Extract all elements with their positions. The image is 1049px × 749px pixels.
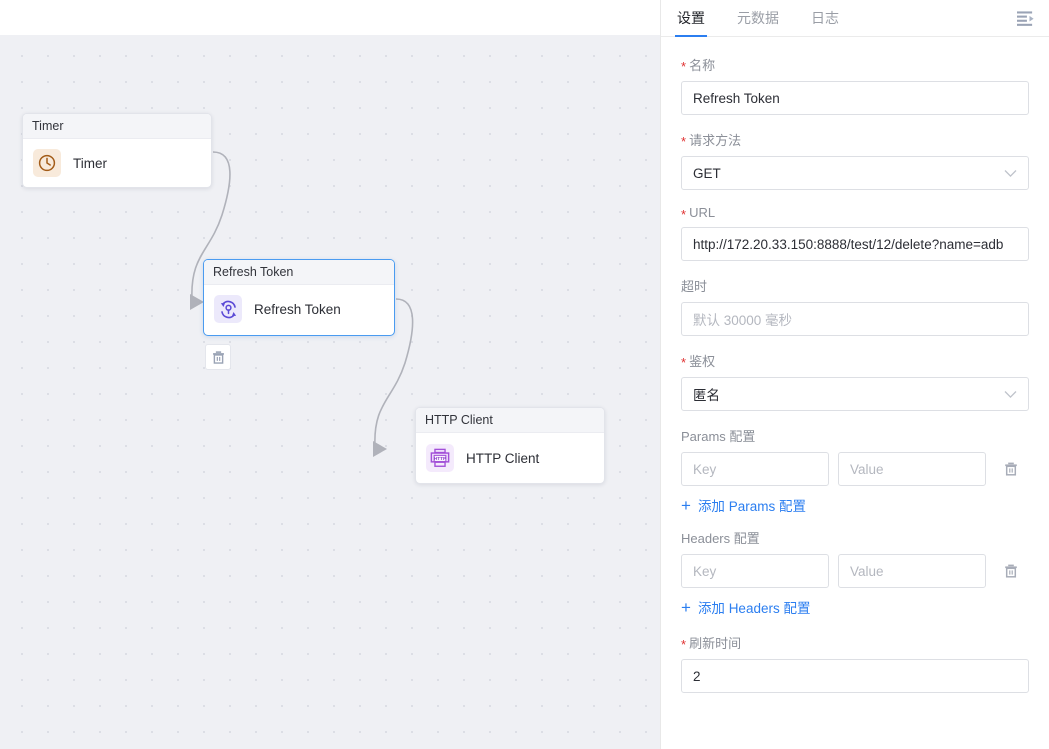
trash-icon: [1003, 563, 1019, 579]
headers-section-label: Headers 配置: [681, 528, 1029, 547]
headers-row-delete-button[interactable]: [999, 559, 1023, 583]
tab-logs-label: 日志: [811, 8, 839, 28]
field-name-label: * 名称: [681, 55, 1029, 74]
canvas-node-http-client[interactable]: HTTP Client HTTP HTTP Client: [415, 407, 605, 484]
required-star: *: [681, 208, 686, 221]
svg-text:HTTP: HTTP: [434, 456, 446, 461]
chevron-down-icon: [1004, 166, 1017, 181]
canvas-node-timer[interactable]: Timer Timer: [22, 113, 212, 188]
node-http-client-body: HTTP HTTP Client: [416, 433, 604, 483]
node-timer-label: Timer: [73, 156, 107, 171]
field-method-label-text: 请求方法: [689, 130, 741, 149]
field-refresh-interval: * 刷新时间 2: [681, 633, 1029, 693]
required-star: *: [681, 638, 686, 651]
params-row-delete-button[interactable]: [999, 457, 1023, 481]
node-refresh-token-body: Refresh Token: [204, 285, 394, 333]
headers-row: Key Value: [681, 554, 1029, 588]
field-auth: * 鉴权 匿名: [681, 351, 1029, 411]
name-input[interactable]: Refresh Token: [681, 81, 1029, 115]
params-value-input[interactable]: Value: [838, 452, 986, 486]
add-headers-label: 添加 Headers 配置: [698, 597, 811, 617]
chevron-down-icon: [1004, 387, 1017, 402]
field-method: * 请求方法 GET: [681, 130, 1029, 190]
tab-metadata-label: 元数据: [737, 8, 779, 28]
url-input[interactable]: http://172.20.33.150:8888/test/12/delete…: [681, 227, 1029, 261]
trash-icon: [211, 350, 226, 365]
properties-panel: 设置 元数据 日志 *: [660, 0, 1049, 749]
field-timeout: 超时 默认 30000 毫秒: [681, 276, 1029, 336]
field-method-label: * 请求方法: [681, 130, 1029, 149]
field-auth-label: * 鉴权: [681, 351, 1029, 370]
add-params-label: 添加 Params 配置: [698, 495, 806, 515]
field-auth-label-text: 鉴权: [689, 351, 715, 370]
auth-select[interactable]: 匿名: [681, 377, 1029, 411]
field-timeout-label-text: 超时: [681, 276, 707, 295]
method-select-value: GET: [693, 166, 721, 181]
canvas-node-refresh-token[interactable]: Refresh Token Refresh Token: [203, 259, 395, 336]
http-client-icon: HTTP: [426, 444, 454, 472]
required-star: *: [681, 135, 686, 148]
field-name-label-text: 名称: [689, 55, 715, 74]
plus-icon: +: [681, 599, 691, 616]
panel-tab-bar: 设置 元数据 日志: [661, 0, 1049, 37]
params-key-input[interactable]: Key: [681, 452, 829, 486]
section-headers: Headers 配置 Key Value: [681, 528, 1029, 617]
method-select[interactable]: GET: [681, 156, 1029, 190]
refresh-interval-input[interactable]: 2: [681, 659, 1029, 693]
section-params: Params 配置 Key Value: [681, 426, 1029, 515]
node-refresh-token-header: Refresh Token: [204, 260, 394, 285]
tab-settings[interactable]: 设置: [675, 0, 707, 36]
add-headers-button[interactable]: + 添加 Headers 配置: [681, 597, 1029, 617]
field-name: * 名称 Refresh Token: [681, 55, 1029, 115]
plus-icon: +: [681, 497, 691, 514]
headers-key-input[interactable]: Key: [681, 554, 829, 588]
field-timeout-label: 超时: [681, 276, 1029, 295]
tab-logs[interactable]: 日志: [809, 0, 841, 36]
field-url-label-text: URL: [689, 205, 715, 220]
params-section-label: Params 配置: [681, 426, 1029, 445]
headers-value-input[interactable]: Value: [838, 554, 986, 588]
settings-form: * 名称 Refresh Token * 请求方法 GET: [661, 37, 1049, 749]
delete-node-button[interactable]: [205, 344, 231, 370]
trash-icon: [1003, 461, 1019, 477]
required-star: *: [681, 356, 686, 369]
list-outline-icon[interactable]: [1016, 0, 1037, 36]
add-params-button[interactable]: + 添加 Params 配置: [681, 495, 1029, 515]
tab-settings-label: 设置: [677, 8, 705, 28]
refresh-token-icon: [214, 295, 242, 323]
tab-metadata[interactable]: 元数据: [735, 0, 781, 36]
params-row: Key Value: [681, 452, 1029, 486]
node-http-client-header: HTTP Client: [416, 408, 604, 433]
required-star: *: [681, 60, 686, 73]
field-refresh-interval-label: * 刷新时间: [681, 633, 1029, 652]
node-refresh-token-label: Refresh Token: [254, 302, 341, 317]
field-url-label: * URL: [681, 205, 1029, 220]
node-http-client-label: HTTP Client: [466, 451, 539, 466]
canvas-top-strip: [0, 0, 660, 35]
field-refresh-interval-label-text: 刷新时间: [689, 633, 741, 652]
auth-select-value: 匿名: [693, 384, 720, 404]
workflow-canvas[interactable]: Timer Timer Refresh Token: [0, 0, 660, 749]
node-timer-header: Timer: [23, 114, 211, 139]
clock-icon: [33, 149, 61, 177]
timeout-input[interactable]: 默认 30000 毫秒: [681, 302, 1029, 336]
node-timer-body: Timer: [23, 139, 211, 187]
field-url: * URL http://172.20.33.150:8888/test/12/…: [681, 205, 1029, 261]
workflow-editor: Timer Timer Refresh Token: [0, 0, 1049, 749]
